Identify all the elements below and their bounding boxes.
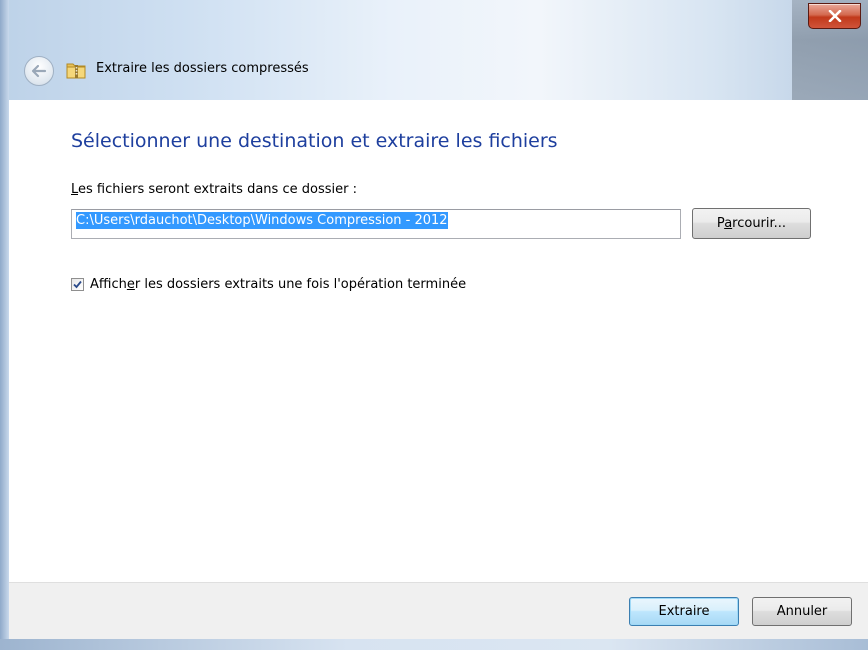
show-folders-label: Afficher les dossiers extraits une fois … <box>90 277 467 292</box>
back-button[interactable] <box>24 56 54 86</box>
extract-button-label: Extraire <box>658 604 710 619</box>
main-heading: Sélectionner une destination et extraire… <box>71 130 558 152</box>
destination-path-input[interactable]: C:\Users\rdauchot\Desktop\Windows Compre… <box>71 209 681 239</box>
show-folders-checkbox[interactable] <box>71 278 84 291</box>
content-area: Sélectionner une destination et extraire… <box>9 100 868 582</box>
window-bottom-border <box>0 639 868 650</box>
back-arrow-icon <box>31 64 47 78</box>
compressed-folder-icon <box>66 63 86 79</box>
dialog-footer: Extraire Annuler <box>9 582 868 640</box>
close-button[interactable] <box>808 3 861 29</box>
close-icon <box>828 10 841 22</box>
show-folders-option[interactable]: Afficher les dossiers extraits une fois … <box>71 277 466 292</box>
window-left-border <box>0 0 9 650</box>
destination-path-value: C:\Users\rdauchot\Desktop\Windows Compre… <box>76 212 448 229</box>
destination-label-accesskey: L <box>71 182 79 197</box>
extract-button[interactable]: Extraire <box>629 597 739 626</box>
destination-label: Les fichiers seront extraits dans ce dos… <box>71 182 357 197</box>
destination-label-rest: es fichiers seront extraits dans ce doss… <box>78 182 357 197</box>
browse-button[interactable]: Parcourir... <box>692 208 811 239</box>
cancel-button-label: Annuler <box>776 604 828 619</box>
browse-button-label: Parcourir... <box>716 216 787 231</box>
cancel-button[interactable]: Annuler <box>752 597 852 626</box>
dialog-title: Extraire les dossiers compressés <box>96 61 309 76</box>
checkmark-icon <box>73 280 82 289</box>
